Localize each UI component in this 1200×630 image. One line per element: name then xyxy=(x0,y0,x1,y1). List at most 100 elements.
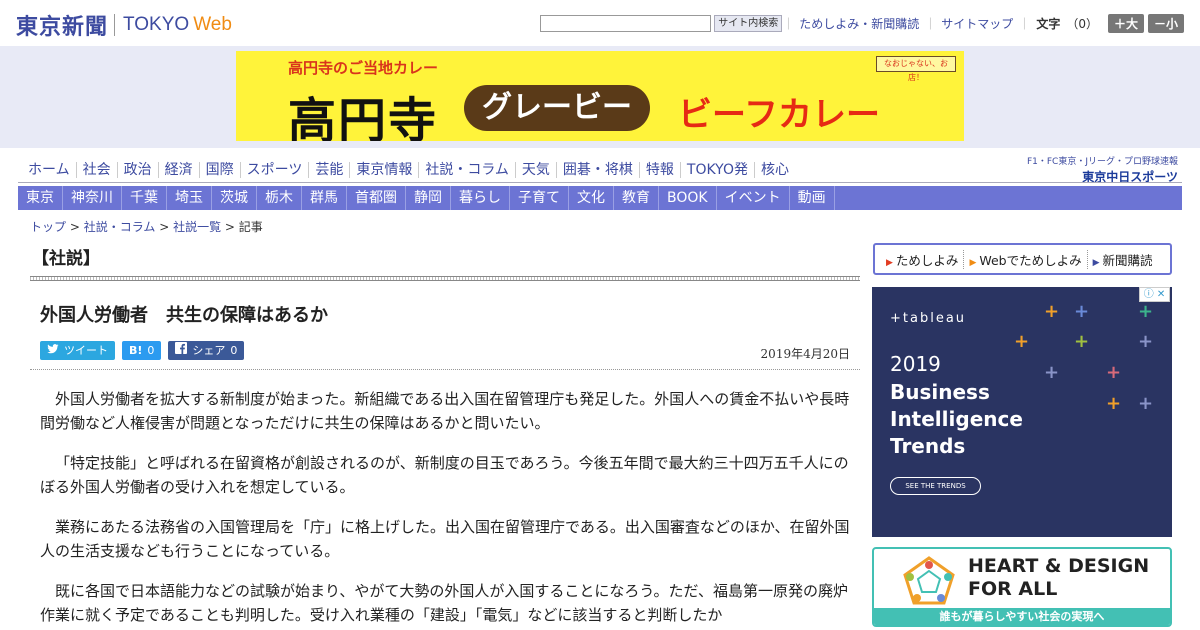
nav-entertainment[interactable]: 芸能 xyxy=(309,162,351,178)
nav-education[interactable]: 教育 xyxy=(614,186,659,210)
article-paragraph: 既に各国で日本語能力などの試験が始まり、やがて大勢の外国人が入国することになろう… xyxy=(40,582,849,624)
facebook-share-count: 0 xyxy=(230,344,238,357)
share-buttons: ツイート B! 0 シェア 0 xyxy=(40,341,251,360)
nav-book[interactable]: BOOK xyxy=(659,186,717,210)
nav-economy[interactable]: 経済 xyxy=(159,162,200,178)
nav-events[interactable]: イベント xyxy=(717,186,790,210)
breadcrumb-editorial-list[interactable]: 社説一覧 xyxy=(173,220,221,234)
breadcrumb-editorial-column[interactable]: 社説・コラム xyxy=(84,220,156,234)
site-logo[interactable]: 東京新聞 TOKYO Web xyxy=(16,9,232,41)
nav-kanagawa[interactable]: 神奈川 xyxy=(63,186,122,210)
sidebar-link-web-trial[interactable]: ▶ Webでためしよみ xyxy=(964,249,1088,269)
search-input[interactable] xyxy=(540,15,712,32)
facebook-icon xyxy=(175,341,188,360)
font-larger-button[interactable]: ＋大 xyxy=(1107,14,1144,33)
curry-ad-banner[interactable]: 高円寺のご当地カレー 高円寺 グレービー ビーフカレー なおじゃない、お店！ xyxy=(236,51,964,141)
article-paragraph: 外国人労働者を拡大する新制度が始まった。新組織である出入国在留管理庁も発足した。… xyxy=(40,390,850,432)
nav-ibaraki[interactable]: 茨城 xyxy=(212,186,257,210)
nav-tokyo[interactable]: 東京 xyxy=(18,186,63,210)
plus-icon: + xyxy=(1044,301,1060,322)
nav-video[interactable]: 動画 xyxy=(790,186,835,210)
plus-icon: + xyxy=(1138,301,1154,322)
tableau-headline-line: Intelligence xyxy=(890,407,1023,431)
nav-special-report[interactable]: 特報 xyxy=(640,162,681,178)
nav-tokyo-hatsu[interactable]: TOKYO発 xyxy=(681,162,755,178)
section-title: 【社説】 xyxy=(32,249,100,269)
nav-kakushin[interactable]: 核心 xyxy=(755,162,795,178)
nav-international[interactable]: 国際 xyxy=(200,162,241,178)
sports-link-caption: F1・FC東京・Jリーグ・プロ野球速報 xyxy=(1026,157,1178,167)
nav-divider xyxy=(18,182,1182,183)
logo-tokyo: TOKYO xyxy=(123,14,190,35)
triangle-icon: ▶ xyxy=(969,257,977,268)
tweet-label: ツイート xyxy=(64,344,108,357)
triangle-icon: ▶ xyxy=(886,257,893,268)
tableau-headline-line: Business xyxy=(890,380,990,404)
article-title: 外国人労働者 共生の保障はあるか xyxy=(40,305,328,326)
see-trends-button[interactable]: SEE THE TRENDS xyxy=(890,477,981,495)
nav-sports[interactable]: スポーツ xyxy=(241,162,310,178)
nav-igo-shogi[interactable]: 囲碁・将棋 xyxy=(557,162,640,178)
plus-icon: + xyxy=(1014,331,1030,352)
triangle-icon: ▶ xyxy=(1092,257,1100,268)
nav-weather[interactable]: 天気 xyxy=(516,162,557,178)
article-paragraph: 業務にあたる法務省の入国管理局を「庁」に格上げした。出入国在留管理庁である。出入… xyxy=(40,518,850,560)
nav-parenting[interactable]: 子育て xyxy=(510,186,569,210)
nav-editorial-column[interactable]: 社説・コラム xyxy=(419,162,516,178)
hatena-icon: B! xyxy=(129,344,143,357)
hatena-bookmark-button[interactable]: B! 0 xyxy=(122,341,162,360)
sidebar-link-label: Webでためしよみ xyxy=(979,252,1082,268)
article-body: 外国人労働者を拡大する新制度が始まった。新組織である出入国在留管理庁も発足した。… xyxy=(40,387,850,630)
divider: ｜ xyxy=(1018,17,1031,31)
nav-gunma[interactable]: 群馬 xyxy=(302,186,347,210)
sports-link[interactable]: F1・FC東京・Jリーグ・プロ野球速報 東京中日スポーツ xyxy=(1027,154,1178,185)
pentagon-people-icon xyxy=(903,556,955,605)
nav-saitama[interactable]: 埼玉 xyxy=(167,186,212,210)
article-date: 2019年4月20日 xyxy=(760,347,850,361)
ad-choices-icon[interactable]: ⓘ ✕ xyxy=(1139,287,1170,302)
nav-shizuoka[interactable]: 静岡 xyxy=(406,186,451,210)
logo-japanese: 東京新聞 xyxy=(16,14,109,40)
primary-nav: ホーム 社会 政治 経済 国際 スポーツ 芸能 東京情報 社説・コラム 天気 囲… xyxy=(22,158,795,182)
facebook-share-label: シェア xyxy=(192,344,226,357)
heart-design-ad[interactable]: HEART & DESIGN FOR ALL 誰もが暮らしやすい社会の実現へ xyxy=(872,547,1172,627)
breadcrumb-separator: > xyxy=(224,220,239,234)
nav-lifestyle[interactable]: 暮らし xyxy=(451,186,510,210)
nav-society[interactable]: 社会 xyxy=(77,162,118,178)
plus-icon: + xyxy=(1044,362,1060,383)
font-smaller-button[interactable]: －小 xyxy=(1147,14,1184,33)
tableau-headline-line: Trends xyxy=(890,434,966,458)
logo-divider xyxy=(114,14,116,36)
nav-shutoken[interactable]: 首都圏 xyxy=(347,186,406,210)
secondary-nav: 東京 神奈川 千葉 埼玉 茨城 栃木 群馬 首都圏 静岡 暮らし 子育て 文化 … xyxy=(18,186,1182,210)
nav-culture[interactable]: 文化 xyxy=(569,186,614,210)
plus-icon: + xyxy=(1138,331,1154,352)
nav-tokyo-info[interactable]: 東京情報 xyxy=(350,162,420,178)
tableau-year: 2019 xyxy=(890,352,941,376)
site-header: 東京新聞 TOKYO Web サイト内検索 ｜ ためしよみ・新聞購読 ｜ サイト… xyxy=(0,0,1200,46)
nav-home[interactable]: ホーム xyxy=(22,162,77,178)
subscription-links: ▶ ためしよみ ▶ Webでためしよみ ▶ 新聞購読 xyxy=(873,243,1172,275)
search-button[interactable]: サイト内検索 xyxy=(714,15,783,32)
nav-tochigi[interactable]: 栃木 xyxy=(257,186,302,210)
facebook-share-button[interactable]: シェア 0 xyxy=(168,341,245,360)
sidebar-link-trial[interactable]: ▶ ためしよみ xyxy=(881,249,965,269)
tableau-ad[interactable]: ⓘ ✕ +tableau 2019 Business Intelligence … xyxy=(872,287,1172,537)
heart-title-line: FOR ALL xyxy=(968,578,1058,600)
sidebar-link-subscribe[interactable]: ▶ 新聞購読 xyxy=(1088,250,1158,269)
breadcrumb-top[interactable]: トップ xyxy=(30,220,66,234)
tweet-button[interactable]: ツイート xyxy=(40,341,115,360)
link-trial-subscribe[interactable]: ためしよみ・新聞購読 xyxy=(794,15,924,32)
heart-design-bar: 誰もが暮らしやすい社会の実現へ xyxy=(874,608,1170,625)
breadcrumb: トップ > 社説・コラム > 社説一覧 > 記事 xyxy=(30,218,263,235)
sidebar-link-label: 新聞購読 xyxy=(1102,252,1153,268)
banner-subtitle: 高円寺のご当地カレー xyxy=(288,59,439,77)
divider: ｜ xyxy=(924,17,937,31)
header-tools: サイト内検索 ｜ ためしよみ・新聞購読 ｜ サイトマップ ｜ 文字 （0） ＋大… xyxy=(540,14,1184,33)
banner-area: 高円寺のご当地カレー 高円寺 グレービー ビーフカレー なおじゃない、お店！ xyxy=(0,46,1200,148)
plus-icon: + xyxy=(1106,362,1122,383)
link-sitemap[interactable]: サイトマップ xyxy=(936,15,1018,32)
nav-chiba[interactable]: 千葉 xyxy=(122,186,167,210)
tableau-headline: Business Intelligence Trends xyxy=(890,379,1023,460)
nav-politics[interactable]: 政治 xyxy=(118,162,159,178)
